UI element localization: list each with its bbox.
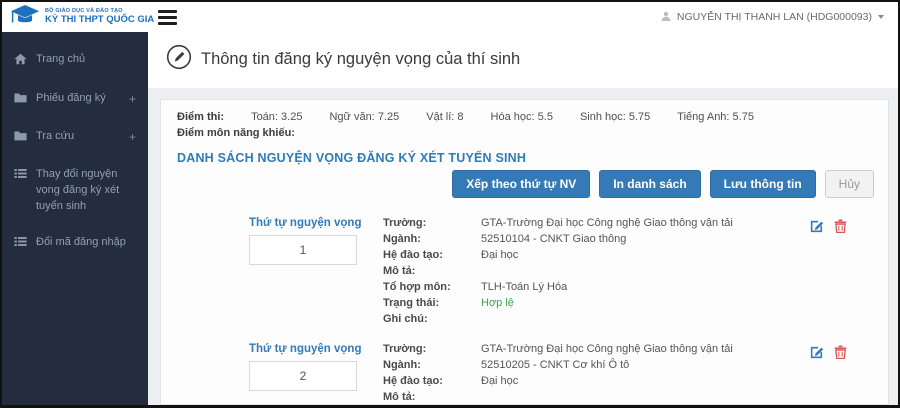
aptitude-scores-label: Điểm môn năng khiếu: <box>177 127 295 139</box>
school-label: Trường: <box>383 343 427 355</box>
content-area: Điểm thi: Toán: 3.25 Ngữ văn: 7.25 Vật l… <box>148 88 898 405</box>
folder-icon <box>14 129 27 147</box>
exam-scores: Điểm thi: Toán: 3.25 Ngữ văn: 7.25 Vật l… <box>177 111 874 123</box>
expand-plus-icon[interactable]: + <box>129 129 136 146</box>
sidebar-item-change-wishes[interactable]: Thay đổi nguyện vọng đăng ký xét tuyển s… <box>2 157 148 225</box>
section-title: DANH SÁCH NGUYỆN VỌNG ĐĂNG KÝ XÉT TUYỂN … <box>177 151 527 165</box>
edit-wish-icon[interactable] <box>810 345 824 404</box>
expand-plus-icon[interactable]: + <box>129 91 136 108</box>
description-value <box>481 265 810 279</box>
major-label: Ngành: <box>383 233 421 245</box>
sidebar-item-label: Đổi mã đăng nhập <box>36 235 126 248</box>
list-icon <box>14 167 27 185</box>
sidebar-item-label: Thay đổi nguyện vọng đăng ký xét tuyển s… <box>36 167 120 212</box>
subject-group-label: Tổ hợp môn: <box>383 281 451 293</box>
delete-wish-icon[interactable] <box>834 345 847 404</box>
school-value: GTA-Trường Đại học Công nghệ Giao thông … <box>481 343 733 355</box>
sidebar: Trang chủ Phiếu đăng ký + Tra cứu + Thay… <box>2 32 148 405</box>
program-value: Đại học <box>481 375 519 387</box>
status-label: Trạng thái: <box>383 297 440 309</box>
graduation-cap-icon <box>10 4 40 31</box>
score-item: Toán: 3.25 <box>251 111 303 123</box>
score-item: Hóa học: 5.5 <box>490 111 553 123</box>
wish-order-input[interactable] <box>249 361 357 391</box>
caret-down-icon <box>878 15 884 19</box>
sort-by-order-button[interactable]: Xếp theo thứ tự NV <box>452 170 591 198</box>
note-label: Ghi chú: <box>383 313 428 325</box>
wishes-card: Điểm thi: Toán: 3.25 Ngữ văn: 7.25 Vật l… <box>160 99 889 405</box>
delete-wish-icon[interactable] <box>834 219 847 329</box>
status-badge: Hợp lệ <box>481 297 514 309</box>
page-title: Thông tin đăng ký nguyện vọng của thí si… <box>201 50 521 68</box>
subject-group-value: TLH-Toán Lý Hóa <box>481 281 568 293</box>
wish-order-label: Thứ tự nguyện vọng <box>249 217 362 229</box>
top-header: BỘ GIÁO DỤC VÀ ĐÀO TẠO KỲ THI THPT QUỐC … <box>2 2 898 32</box>
score-item: Sinh học: 5.75 <box>579 111 651 123</box>
score-item: Ngữ văn: 7.25 <box>329 111 400 123</box>
folder-icon <box>14 91 27 109</box>
wish-order-label: Thứ tự nguyện vọng <box>249 343 362 355</box>
exam-name: KỲ THI THPT QUỐC GIA <box>45 13 155 25</box>
sidebar-item-label: Trang chủ <box>36 53 86 65</box>
app-window: BỘ GIÁO DỤC VÀ ĐÀO TẠO KỲ THI THPT QUỐC … <box>0 0 900 408</box>
wish-row: Thứ tự nguyện vọng Trường: GTA-Trường Đại… <box>177 212 874 338</box>
user-name: NGUYỄN THỊ THANH LAN (HDG000093) <box>676 11 872 23</box>
major-label: Ngành: <box>383 359 421 371</box>
main-area: Thông tin đăng ký nguyện vọng của thí si… <box>148 32 898 405</box>
score-item: Vật lí: 8 <box>426 111 464 123</box>
description-value <box>481 391 810 404</box>
list-icon <box>14 235 27 253</box>
sidebar-item-label: Phiếu đăng ký <box>36 91 106 104</box>
menu-toggle-button[interactable] <box>158 9 177 25</box>
save-info-button[interactable]: Lưu thông tin <box>709 170 816 198</box>
edit-wish-icon[interactable] <box>810 219 824 329</box>
sidebar-item-lookup[interactable]: Tra cứu + <box>2 119 148 157</box>
score-item: Tiếng Anh: 5.75 <box>677 111 754 123</box>
program-label: Hệ đào tạo: <box>383 375 443 387</box>
program-value: Đại học <box>481 249 519 261</box>
major-value: 52510205 - CNKT Cơ khí Ô tô <box>481 359 630 371</box>
sidebar-item-registration-forms[interactable]: Phiếu đăng ký + <box>2 81 148 119</box>
note-value <box>481 313 810 327</box>
wish-order-input[interactable] <box>249 235 357 265</box>
scores-label: Điểm thi: <box>177 111 225 123</box>
home-icon <box>14 52 27 71</box>
sidebar-item-change-password[interactable]: Đổi mã đăng nhập <box>2 225 148 263</box>
program-label: Hệ đào tạo: <box>383 249 443 261</box>
school-value: GTA-Trường Đại học Công nghệ Giao thông … <box>481 217 733 229</box>
toolbar: Xếp theo thứ tự NV In danh sách Lưu thôn… <box>177 170 874 198</box>
wish-row: Thứ tự nguyện vọng Trường: GTA-Trường Đại… <box>177 338 874 404</box>
user-icon <box>661 11 671 24</box>
print-list-button[interactable]: In danh sách <box>599 170 701 198</box>
school-label: Trường: <box>383 217 427 229</box>
description-label: Mô tả: <box>383 391 416 403</box>
sidebar-item-label: Tra cứu <box>36 129 75 142</box>
description-label: Mô tả: <box>383 265 416 277</box>
user-menu[interactable]: NGUYỄN THỊ THANH LAN (HDG000093) <box>661 11 884 24</box>
app-logo[interactable]: BỘ GIÁO DỤC VÀ ĐÀO TẠO KỲ THI THPT QUỐC … <box>2 2 154 32</box>
wish-list: Thứ tự nguyện vọng Trường: GTA-Trường Đại… <box>177 212 874 404</box>
edit-circle-icon <box>166 44 192 75</box>
page-title-bar: Thông tin đăng ký nguyện vọng của thí si… <box>148 32 898 88</box>
sidebar-item-home[interactable]: Trang chủ <box>2 42 148 81</box>
cancel-button[interactable]: Hủy <box>824 170 874 198</box>
major-value: 52510104 - CNKT Giao thông <box>481 233 627 245</box>
